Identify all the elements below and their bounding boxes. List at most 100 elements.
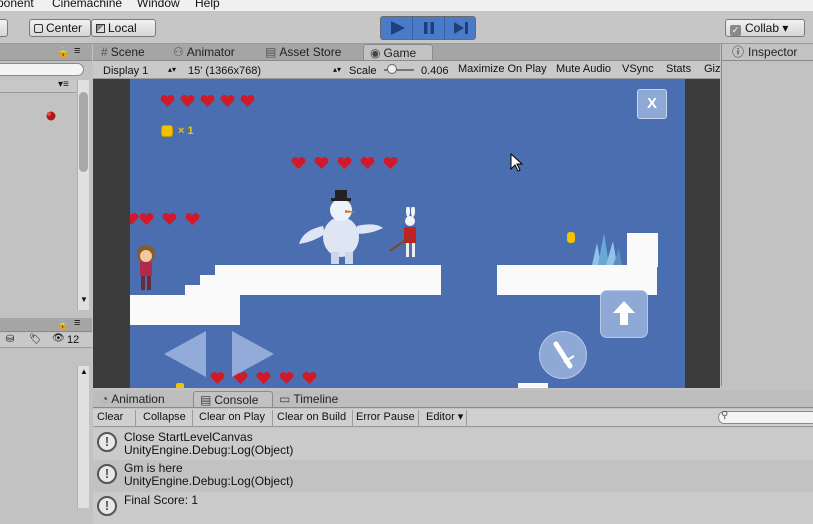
log-stacktrace: UnityEngine.Debug:Log(Object) bbox=[124, 443, 294, 457]
timeline-icon: ▭ bbox=[279, 392, 291, 406]
ice-crystal-hazard bbox=[592, 233, 622, 265]
tab-asset-store[interactable]: ▤ Asset Store bbox=[265, 44, 355, 60]
checkmark-icon: ✓ bbox=[730, 25, 741, 36]
attack-button[interactable] bbox=[539, 331, 587, 379]
console-icon: ▤ bbox=[200, 393, 212, 407]
sword-icon bbox=[553, 341, 575, 369]
hierarchy-scrollbar[interactable]: ▼ bbox=[77, 80, 89, 310]
play-icon bbox=[391, 21, 405, 35]
menu-item-component[interactable]: ponent bbox=[0, 0, 34, 10]
toolbar-edge-button[interactable] bbox=[0, 19, 8, 37]
error-pause-toggle[interactable]: Error Pause bbox=[352, 410, 419, 426]
heart-icon bbox=[240, 95, 255, 107]
info-log-icon: ! bbox=[97, 432, 117, 452]
filter-type-icon[interactable]: ⛁ bbox=[6, 334, 14, 345]
search-icon: ⚲ bbox=[721, 410, 729, 421]
pause-button[interactable] bbox=[413, 17, 445, 39]
local-space-icon bbox=[96, 24, 105, 33]
hierarchy-panel: 🔒 ≡ ▾≡ ▼ 🔒 ≡ ⛁ 🏷 👁 12 ▲ bbox=[0, 44, 92, 508]
panel-menu-icon[interactable]: ≡ bbox=[74, 317, 80, 329]
heart-icon bbox=[337, 157, 352, 169]
tab-scene[interactable]: # Scene bbox=[101, 44, 161, 60]
heart-icon bbox=[130, 213, 139, 225]
pivot-center-label: Center bbox=[46, 21, 83, 35]
store-icon: ▤ bbox=[265, 45, 277, 59]
console-search-field[interactable]: ⚲ bbox=[718, 410, 813, 424]
hidden-count: 12 bbox=[67, 334, 80, 346]
mouse-cursor bbox=[510, 153, 524, 172]
heart-icon bbox=[139, 213, 154, 225]
platform-step bbox=[200, 275, 216, 295]
heart-icon bbox=[314, 157, 329, 169]
bunny-enemy bbox=[389, 207, 416, 257]
console-panel: ◔ Animation ▤ Console ▭ Timeline Clear Coll… bbox=[93, 391, 813, 524]
scene-grid-icon: # bbox=[101, 45, 108, 59]
collapse-toggle[interactable]: Collapse bbox=[139, 410, 193, 426]
heart-icon bbox=[302, 372, 317, 384]
clear-on-build-toggle[interactable]: Clear on Build bbox=[273, 410, 353, 426]
hierarchy-object-icon[interactable] bbox=[44, 110, 58, 122]
log-entry[interactable]: ! Close StartLevelCanvas UnityEngine.Deb… bbox=[93, 428, 813, 460]
pivot-local-button[interactable]: Local bbox=[91, 19, 156, 37]
move-left-button[interactable] bbox=[162, 329, 208, 379]
heart-icon bbox=[185, 213, 200, 225]
tab-inspector[interactable]: ⓘ Inspector bbox=[732, 44, 812, 60]
hierarchy-scene-row[interactable]: ▾≡ bbox=[0, 79, 76, 93]
menu-item-window[interactable]: Window bbox=[137, 0, 180, 10]
scroll-up-arrow[interactable]: ▲ bbox=[80, 367, 88, 376]
panel-menu-icon[interactable]: ≡ bbox=[74, 45, 80, 57]
maximize-on-play-toggle[interactable]: Maximize On Play bbox=[458, 63, 547, 75]
menu-item-help[interactable]: Help bbox=[195, 0, 220, 10]
hierarchy-search-field[interactable] bbox=[0, 63, 84, 76]
gizmos-dropdown[interactable]: Giz bbox=[704, 63, 721, 75]
clear-on-play-toggle[interactable]: Clear on Play bbox=[195, 410, 273, 426]
tab-timeline[interactable]: ▭ Timeline bbox=[279, 391, 359, 407]
heart-icon bbox=[360, 157, 375, 169]
tab-animator[interactable]: ⚇ Animator bbox=[173, 44, 253, 60]
collab-button[interactable]: ✓ Collab ▾ bbox=[725, 19, 805, 37]
heart-icon bbox=[180, 95, 195, 107]
console-tabstrip: ◔ Animation ▤ Console ▭ Timeline bbox=[93, 391, 813, 408]
player-character bbox=[137, 245, 155, 290]
menu-item-cinemachine[interactable]: Cinemachine bbox=[52, 0, 122, 10]
lock-icon[interactable]: 🔒 bbox=[57, 47, 69, 58]
heart-icon bbox=[291, 157, 306, 169]
hierarchy-scroll-thumb[interactable] bbox=[79, 92, 88, 172]
lock-icon[interactable]: 🔒 bbox=[57, 319, 68, 330]
heart-icon bbox=[383, 157, 398, 169]
mute-audio-toggle[interactable]: Mute Audio bbox=[556, 63, 611, 75]
heart-icon bbox=[279, 372, 294, 384]
eye-hidden-icon[interactable]: 👁 bbox=[52, 333, 65, 344]
heart-icon bbox=[220, 95, 235, 107]
editor-dropdown[interactable]: Editor ▾ bbox=[422, 410, 467, 426]
tab-game[interactable]: ◉ Game bbox=[363, 44, 433, 60]
heart-icon bbox=[162, 213, 177, 225]
pivot-icon bbox=[34, 24, 43, 33]
stats-toggle[interactable]: Stats bbox=[666, 63, 691, 75]
collab-label: Collab ▾ bbox=[745, 21, 789, 35]
log-entry[interactable]: ! Final Score: 1 bbox=[93, 492, 813, 524]
coin-pickup bbox=[567, 232, 575, 243]
animator-icon: ⚇ bbox=[173, 45, 184, 59]
project-scrollbar[interactable]: ▲ bbox=[77, 366, 89, 508]
tab-console[interactable]: ▤ Console bbox=[193, 391, 273, 407]
log-message: Final Score: 1 bbox=[124, 493, 199, 507]
vsync-toggle[interactable]: VSync bbox=[622, 63, 654, 75]
game-canvas[interactable]: × 1 X bbox=[130, 79, 685, 388]
pivot-local-label: Local bbox=[108, 21, 137, 35]
view-tabstrip: # Scene ⚇ Animator ▤ Asset Store ◉ Game bbox=[93, 44, 720, 61]
jump-button[interactable] bbox=[600, 290, 648, 338]
close-button[interactable]: X bbox=[637, 89, 667, 119]
log-message: Close StartLevelCanvas bbox=[124, 430, 253, 444]
log-entry[interactable]: ! Gm is here UnityEngine.Debug:Log(Objec… bbox=[93, 460, 813, 492]
dropdown-icon[interactable]: ▾≡ bbox=[58, 79, 69, 90]
playback-controls bbox=[380, 16, 476, 40]
tab-animation[interactable]: ◔ Animation bbox=[101, 391, 187, 407]
step-button[interactable] bbox=[445, 17, 475, 39]
pivot-center-button[interactable]: Center bbox=[29, 19, 91, 37]
clear-button[interactable]: Clear bbox=[93, 410, 136, 426]
label-icon[interactable]: 🏷 bbox=[29, 334, 42, 345]
scroll-down-arrow[interactable]: ▼ bbox=[80, 295, 88, 304]
move-right-button[interactable] bbox=[230, 329, 276, 379]
play-button[interactable] bbox=[381, 17, 413, 39]
